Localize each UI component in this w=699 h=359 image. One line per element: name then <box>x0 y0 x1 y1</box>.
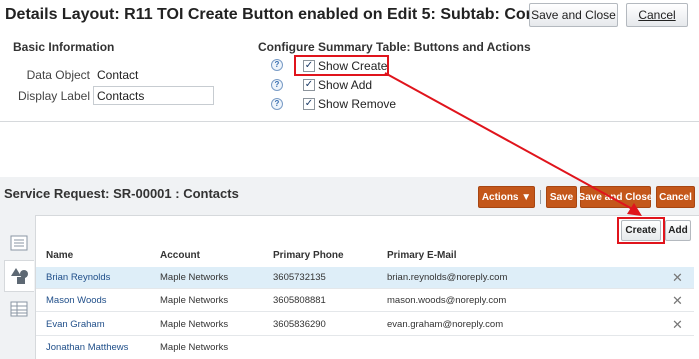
contact-name-link[interactable]: Jonathan Matthews <box>46 342 128 353</box>
table-row[interactable]: Jonathan Matthews Maple Networks <box>36 337 694 359</box>
phone-cell: 3605808881 <box>273 295 326 306</box>
help-icon[interactable]: ? <box>271 59 283 71</box>
email-cell: evan.graham@noreply.com <box>387 319 504 330</box>
save-and-close-label: Save and Close <box>531 8 616 22</box>
table-row[interactable]: Evan Graham Maple Networks 3605836290 ev… <box>36 314 694 336</box>
account-cell: Maple Networks <box>160 295 229 306</box>
add-label: Add <box>668 225 688 236</box>
account-cell: Maple Networks <box>160 272 229 283</box>
sr-cancel-label: Cancel <box>659 191 692 203</box>
save-button[interactable]: Save <box>546 186 577 208</box>
phone-cell: 3605732135 <box>273 272 326 283</box>
side-tab-shapes[interactable] <box>4 260 34 292</box>
contact-name-link[interactable]: Mason Woods <box>46 295 107 306</box>
phone-cell: 3605836290 <box>273 319 326 330</box>
email-cell: mason.woods@noreply.com <box>387 295 507 306</box>
sr-save-and-close-button[interactable]: Save and Close <box>578 186 653 208</box>
configure-summary-heading: Configure Summary Table: Buttons and Act… <box>258 40 531 54</box>
show-add-label: Show Add <box>318 78 373 92</box>
show-add-checkbox[interactable]: ✓ <box>303 79 315 91</box>
toolbar-divider <box>540 190 541 204</box>
column-header-name[interactable]: Name <box>46 250 73 261</box>
help-icon[interactable]: ? <box>271 98 283 110</box>
display-label-field[interactable] <box>93 86 214 105</box>
sr-cancel-button[interactable]: Cancel <box>656 186 695 208</box>
side-tab-strip <box>4 227 34 323</box>
account-cell: Maple Networks <box>160 342 229 353</box>
display-label-label: Display Label <box>17 89 90 103</box>
save-label: Save <box>549 191 574 203</box>
actions-label: Actions ▼ <box>481 191 532 203</box>
show-remove-option[interactable]: ✓ Show Remove <box>303 96 396 112</box>
create-button-highlight <box>617 217 665 244</box>
remove-row-icon[interactable]: ✕ <box>672 317 683 333</box>
cancel-button[interactable]: Cancel <box>626 3 688 27</box>
remove-row-icon[interactable]: ✕ <box>672 270 683 286</box>
sr-save-and-close-label: Save and Close <box>578 191 653 203</box>
column-header-account[interactable]: Account <box>160 250 200 261</box>
data-object-value: Contact <box>97 68 139 82</box>
help-icon[interactable]: ? <box>271 79 283 91</box>
email-cell: brian.reynolds@noreply.com <box>387 272 508 283</box>
service-request-title: Service Request: SR-00001 : Contacts <box>4 186 239 201</box>
side-tab-table[interactable] <box>4 293 34 325</box>
data-object-label: Data Object <box>26 68 90 82</box>
show-remove-checkbox[interactable]: ✓ <box>303 98 315 110</box>
show-remove-label: Show Remove <box>318 97 397 111</box>
cancel-label: Cancel <box>638 8 676 22</box>
show-add-option[interactable]: ✓ Show Add <box>303 77 372 93</box>
contact-name-link[interactable]: Evan Graham <box>46 319 105 330</box>
account-cell: Maple Networks <box>160 319 229 330</box>
show-create-highlight <box>294 55 389 76</box>
side-tab-summary[interactable] <box>4 227 34 259</box>
list-icon <box>10 235 28 251</box>
table-row[interactable]: Brian Reynolds Maple Networks 3605732135… <box>36 267 694 289</box>
column-header-primary-phone[interactable]: Primary Phone <box>273 250 344 261</box>
add-button[interactable]: Add <box>665 220 691 241</box>
table-icon <box>10 301 28 317</box>
remove-row-icon[interactable]: ✕ <box>672 293 683 309</box>
panel-gap <box>0 123 699 177</box>
table-row[interactable]: Mason Woods Maple Networks 3605808881 ma… <box>36 290 694 312</box>
page-title: Details Layout: R11 TOI Create Button en… <box>5 6 573 23</box>
shapes-icon <box>10 268 28 284</box>
basic-information-heading: Basic Information <box>13 40 115 54</box>
actions-menu-button[interactable]: Actions ▼ <box>478 186 535 208</box>
contact-name-link[interactable]: Brian Reynolds <box>46 272 110 283</box>
column-header-primary-email[interactable]: Primary E-Mail <box>387 250 456 261</box>
save-and-close-button[interactable]: Save and Close <box>529 3 618 27</box>
